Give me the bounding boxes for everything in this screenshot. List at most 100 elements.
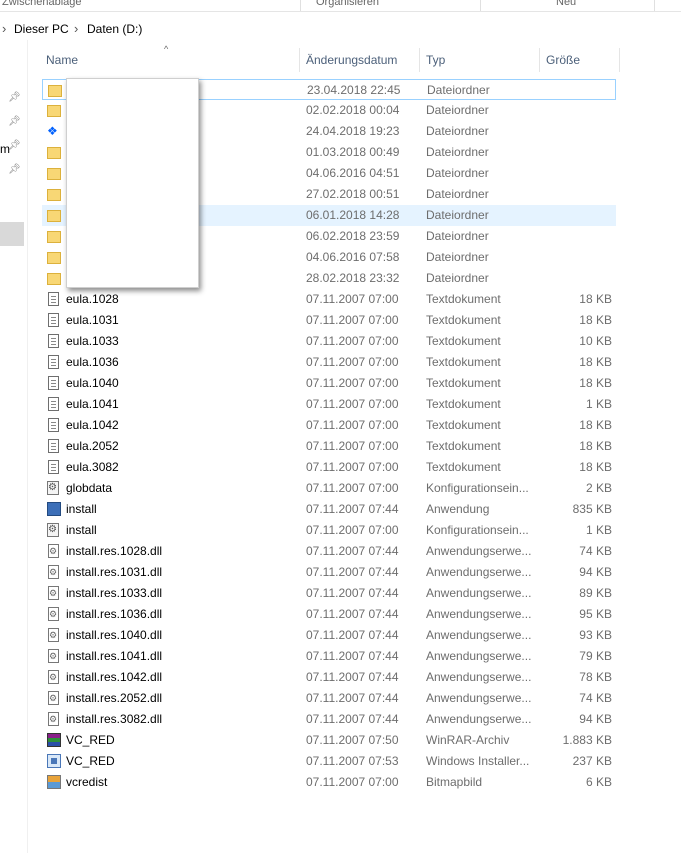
file-name: globdata [66,481,113,495]
folder-icon [47,168,61,180]
file-modified-date: 07.11.2007 07:00 [306,460,399,474]
file-row[interactable]: install.res.2052.dll 07.11.2007 07:44 Anwe… [42,688,616,709]
breadcrumb-this-pc[interactable]: Dieser PC [14,22,69,36]
file-name: eula.1040 [66,376,119,390]
file-name: eula.3082 [66,460,119,474]
folder-icon [48,85,62,97]
file-size: 18 KB [579,292,612,306]
file-row[interactable]: VC_RED 07.11.2007 07:50 WinRAR-Archiv 1.883… [42,730,616,751]
column-divider[interactable] [539,48,540,72]
pin-icon[interactable]: 📌︎ [8,92,21,104]
file-name: eula.1031 [66,313,119,327]
file-name: install [66,523,97,537]
file-size: 835 KB [572,502,612,516]
file-name: install.res.1031.dll [66,565,163,579]
file-modified-date: 24.04.2018 19:23 [306,124,400,138]
file-modified-date: 07.11.2007 07:00 [306,292,399,306]
ribbon-strip: Zwischenablage Organisieren Neu [0,0,681,12]
folder-icon [47,210,61,222]
file-row[interactable]: install.res.1036.dll 07.11.2007 07:44 Anwe… [42,604,616,625]
file-type: Anwendungserwe... [426,670,532,684]
file-type: Anwendungserwe... [426,544,532,558]
dll-file-icon [48,565,59,579]
file-size: 18 KB [579,439,612,453]
dll-file-icon [48,586,59,600]
file-modified-date: 06.02.2018 23:59 [306,229,400,243]
file-type: Textdokument [426,397,501,411]
column-divider[interactable] [419,48,420,72]
file-modified-date: 07.11.2007 07:44 [306,502,399,516]
file-type: Anwendung [426,502,490,516]
column-divider[interactable] [619,48,620,72]
file-type: Anwendungserwe... [426,565,532,579]
column-header-row: ^ Name Änderungsdatum Typ Größe [0,44,681,74]
file-type: Dateiordner [426,145,489,159]
file-row[interactable]: install.res.1028.dll 07.11.2007 07:44 Anwe… [42,541,616,562]
file-type: Anwendungserwe... [426,607,532,621]
file-row[interactable]: VC_RED 07.11.2007 07:53 Windows Installer.… [42,751,616,772]
file-type: Anwendungserwe... [426,628,532,642]
file-type: Textdokument [426,376,501,390]
file-row[interactable]: eula.1033 07.11.2007 07:00 Textdokument 10 … [42,331,616,352]
file-type: Textdokument [426,292,501,306]
pin-icon[interactable]: 📌︎ [8,164,21,176]
file-row[interactable]: eula.1028 07.11.2007 07:00 Textdokument 18 … [42,289,616,310]
file-row[interactable]: install.res.1040.dll 07.11.2007 07:44 Anwe… [42,625,616,646]
file-row[interactable]: install.res.1031.dll 07.11.2007 07:44 Anwe… [42,562,616,583]
file-type: Dateiordner [426,124,489,138]
file-modified-date: 23.04.2018 22:45 [307,83,401,97]
column-divider[interactable] [299,48,300,72]
ribbon-group-clipboard: Zwischenablage [2,0,82,8]
breadcrumb-drive-d[interactable]: Daten (D:) [87,22,142,36]
file-row[interactable]: eula.1031 07.11.2007 07:00 Textdokument 18 … [42,310,616,331]
file-row[interactable]: install 07.11.2007 07:44 Anwendung 835 KB [42,499,616,520]
file-row[interactable]: eula.1040 07.11.2007 07:00 Textdokument 18 … [42,373,616,394]
column-header-date[interactable]: Änderungsdatum [306,48,397,72]
file-modified-date: 07.11.2007 07:44 [306,712,399,726]
file-row[interactable]: eula.1036 07.11.2007 07:00 Textdokument 18 … [42,352,616,373]
file-modified-date: 27.02.2018 00:51 [306,187,400,201]
file-size: 95 KB [579,607,612,621]
file-row[interactable]: install 07.11.2007 07:00 Konfigurationsein… [42,520,616,541]
installer-icon [47,754,61,768]
column-header-size[interactable]: Größe [546,48,580,72]
file-type: Anwendungserwe... [426,691,532,705]
file-modified-date: 07.11.2007 07:44 [306,565,399,579]
file-row[interactable]: globdata 07.11.2007 07:00 Konfigurationsei… [42,478,616,499]
file-size: 78 KB [579,670,612,684]
file-type: Textdokument [426,439,501,453]
ribbon-separator [300,0,301,11]
text-file-icon [48,397,59,411]
file-modified-date: 04.06.2016 07:58 [306,250,400,264]
file-modified-date: 07.11.2007 07:50 [306,733,399,747]
nav-item-selected[interactable] [0,222,24,246]
file-type: Textdokument [426,334,501,348]
redaction-overlay [66,78,199,288]
file-row[interactable]: install.res.3082.dll 07.11.2007 07:44 Anwe… [42,709,616,730]
chevron-right-icon[interactable]: › [2,21,6,36]
file-row[interactable]: install.res.1041.dll 07.11.2007 07:44 Anwe… [42,646,616,667]
file-type: Dateiordner [426,166,489,180]
file-modified-date: 07.11.2007 07:44 [306,628,399,642]
navigation-pane: 📌︎ 📌︎ 📌︎ 📌︎ m [0,40,28,853]
file-row[interactable]: eula.2052 07.11.2007 07:00 Textdokument 18 … [42,436,616,457]
file-row[interactable]: install.res.1042.dll 07.11.2007 07:44 Anwe… [42,667,616,688]
folder-icon [47,147,61,159]
pin-icon[interactable]: 📌︎ [8,116,21,128]
column-header-type[interactable]: Typ [426,48,445,72]
file-type: Anwendungserwe... [426,586,532,600]
file-row[interactable]: eula.1041 07.11.2007 07:00 Textdokument 1 K… [42,394,616,415]
file-row[interactable]: eula.3082 07.11.2007 07:00 Textdokument 18 … [42,457,616,478]
file-row[interactable]: vcredist 07.11.2007 07:00 Bitmapbild 6 KB [42,772,616,793]
file-size: 6 KB [585,775,612,789]
file-row[interactable]: eula.1042 07.11.2007 07:00 Textdokument 18 … [42,415,616,436]
file-modified-date: 07.11.2007 07:53 [306,754,399,768]
chevron-right-icon[interactable]: › [74,21,78,36]
file-row[interactable]: install.res.1033.dll 07.11.2007 07:44 Anwe… [42,583,616,604]
nav-item-label[interactable]: m [0,142,10,156]
file-size: 94 KB [579,712,612,726]
file-name: install [66,502,97,516]
column-header-name[interactable]: Name [46,48,78,72]
file-size: 18 KB [579,460,612,474]
file-size: 1 KB [585,523,612,537]
